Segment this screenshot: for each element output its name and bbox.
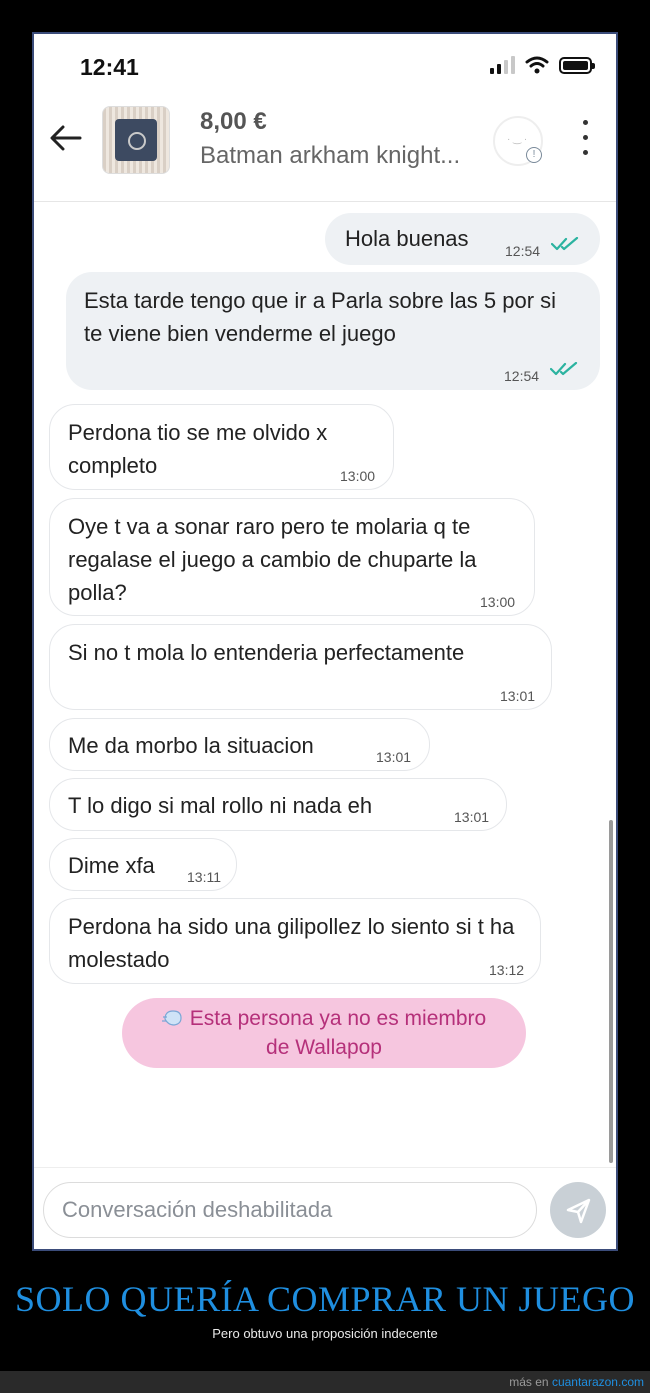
- message-time: 13:11: [187, 869, 221, 885]
- footer-bar: más en cuantarazon.com: [0, 1371, 650, 1393]
- status-time: 12:41: [80, 54, 139, 80]
- message-text: Hola buenas: [345, 226, 469, 251]
- more-options-icon[interactable]: [574, 116, 598, 160]
- outgoing-message[interactable]: Hola buenas 12:54: [325, 213, 600, 265]
- incoming-message[interactable]: Perdona tio se me olvido x completo 13:00: [49, 404, 394, 490]
- message-time: 12:54: [504, 368, 540, 384]
- message-time: 13:01: [454, 809, 490, 825]
- incoming-message[interactable]: Dime xfa 13:11: [49, 838, 237, 891]
- more-link[interactable]: más en cuantarazon.com: [509, 1375, 644, 1389]
- message-text: Dime xfa: [68, 853, 155, 878]
- incoming-message[interactable]: T lo digo si mal rollo ni nada eh 13:01: [49, 778, 507, 831]
- message-time: 13:01: [376, 749, 412, 765]
- read-receipt-icon: [551, 237, 579, 251]
- message-text: Me da morbo la situacion: [68, 733, 314, 758]
- incoming-message[interactable]: Perdona ha sido una gilipollez lo siento…: [49, 898, 541, 984]
- message-time: 13:00: [480, 594, 516, 610]
- status-icons: [490, 56, 595, 74]
- read-receipt-icon: [550, 362, 578, 376]
- chat-header: 8,00 € Batman arkham knight... · ‿ · !: [34, 98, 616, 202]
- item-price[interactable]: 8,00 €: [200, 108, 267, 136]
- more-prefix: más en: [509, 1375, 549, 1389]
- message-text: Oye t va a sonar raro pero te molaria q …: [68, 514, 477, 605]
- phone-screen: 12:41 8,00 € Batman arkham knight... · ‿…: [32, 32, 618, 1251]
- outgoing-message[interactable]: Esta tarde tengo que ir a Parla sobre la…: [66, 272, 600, 390]
- incoming-message[interactable]: Oye t va a sonar raro pero te molaria q …: [49, 498, 535, 616]
- meme-subtitle: Pero obtuvo una proposición indecente: [212, 1326, 438, 1341]
- item-thumbnail[interactable]: [102, 106, 170, 174]
- item-title[interactable]: Batman arkham knight...: [200, 142, 460, 170]
- status-bar: 12:41: [34, 34, 616, 98]
- site-link[interactable]: cuantarazon.com: [552, 1375, 644, 1389]
- chat-messages: Hola buenas 12:54 Esta tarde tengo que ir …: [34, 203, 616, 1163]
- message-time: 13:00: [340, 468, 376, 484]
- signal-icon: [490, 56, 515, 74]
- send-icon: [566, 1198, 591, 1224]
- send-button[interactable]: [550, 1182, 606, 1238]
- chat-scrollbar[interactable]: [609, 820, 613, 1163]
- info-icon: !: [526, 147, 542, 163]
- message-time: 13:12: [489, 962, 525, 978]
- message-text: Si no t mola lo entenderia perfectamente: [68, 640, 465, 665]
- member-removed-banner: Esta persona ya no es miembro de Wallapop: [122, 998, 526, 1068]
- ghost-icon: [161, 1006, 184, 1026]
- message-time: 13:01: [500, 688, 536, 704]
- wifi-icon: [525, 56, 549, 74]
- message-text: Perdona tio se me olvido x completo: [68, 420, 328, 478]
- battery-icon: [559, 56, 595, 74]
- message-text: T lo digo si mal rollo ni nada eh: [68, 793, 373, 818]
- back-arrow-icon[interactable]: [48, 120, 84, 156]
- message-text: Esta tarde tengo que ir a Parla sobre la…: [84, 288, 557, 346]
- banner-line-1: Esta persona ya no es miembro: [189, 1007, 487, 1030]
- banner-line-2: de Wallapop: [266, 1036, 382, 1059]
- incoming-message[interactable]: Si no t mola lo entenderia perfectamente…: [49, 624, 552, 710]
- message-time: 12:54: [505, 243, 541, 259]
- input-bar: Conversación deshabilitada: [34, 1167, 616, 1249]
- incoming-message[interactable]: Me da morbo la situacion 13:01: [49, 718, 430, 771]
- meme-title: SOLO QUERÍA COMPRAR UN JUEGO: [14, 1279, 636, 1319]
- message-input[interactable]: Conversación deshabilitada: [43, 1182, 537, 1238]
- message-text: Perdona ha sido una gilipollez lo siento…: [68, 914, 515, 972]
